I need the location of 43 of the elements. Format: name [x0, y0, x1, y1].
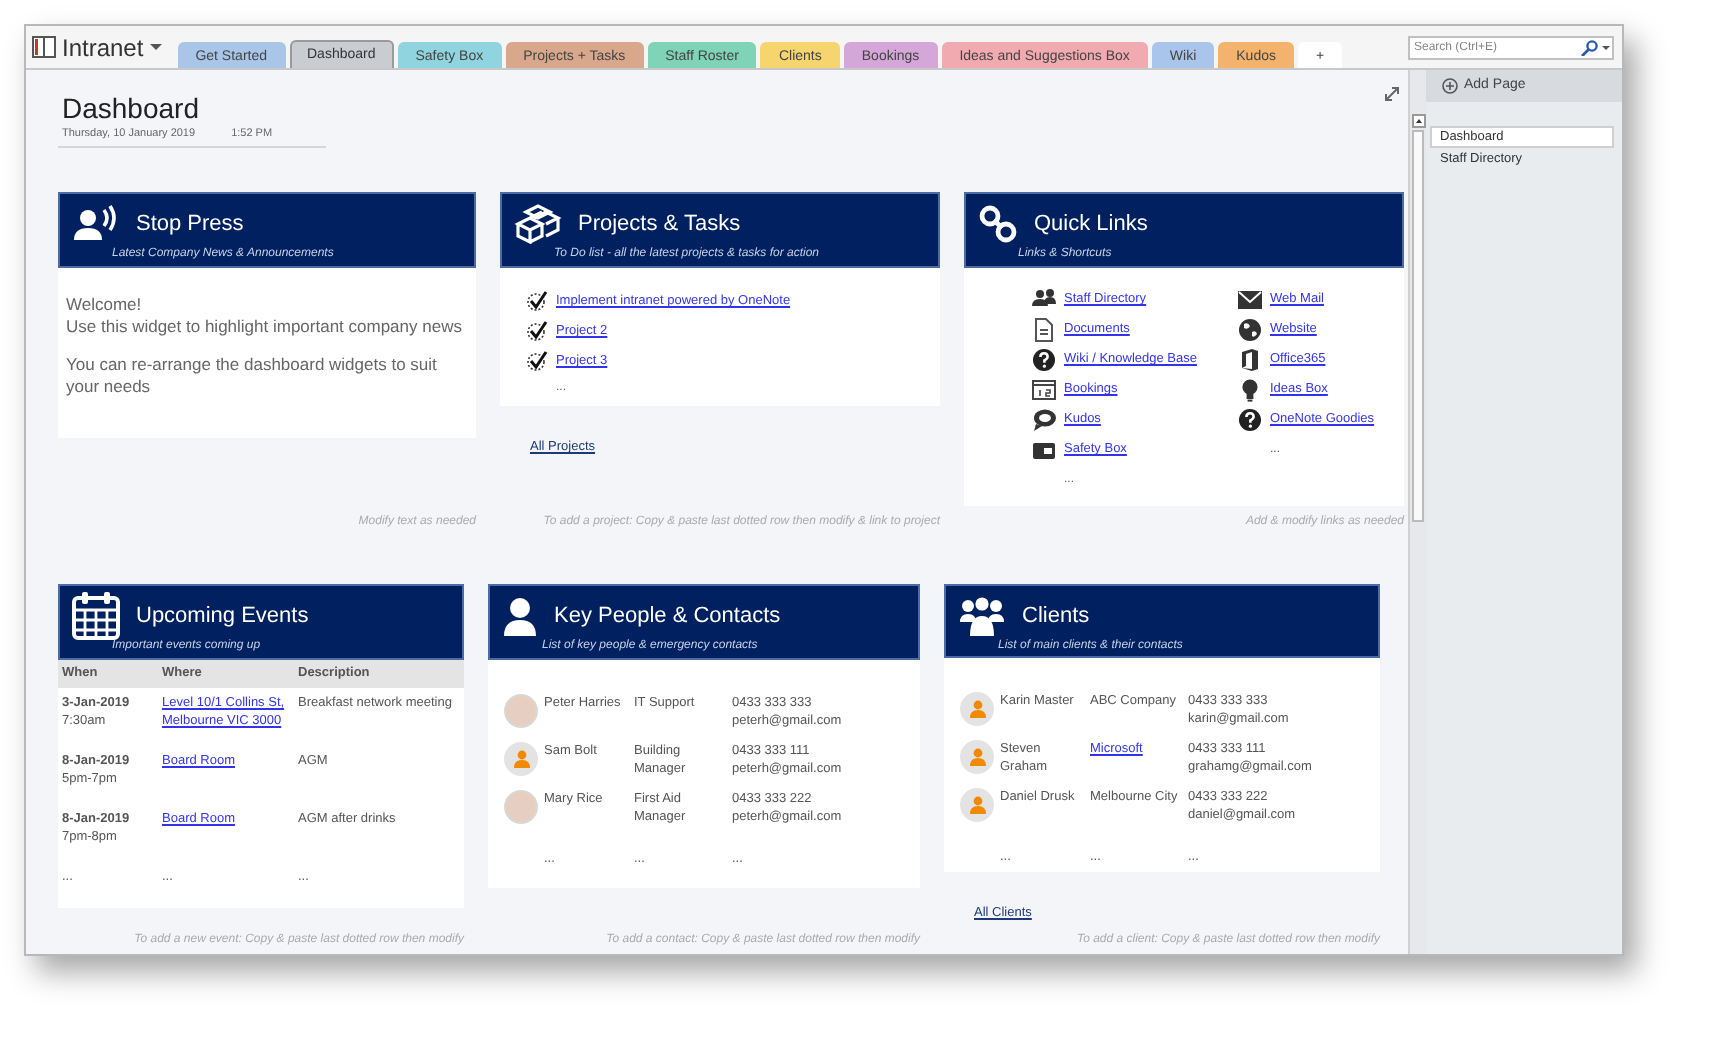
plus-icon: [1442, 78, 1458, 94]
dropdown-caret-icon: [149, 44, 162, 50]
person-icon: [969, 700, 985, 719]
news-text: Welcome!: [66, 294, 144, 317]
task-checkbox[interactable]: [526, 320, 548, 343]
person-icon: [969, 796, 985, 815]
search-icon: [1580, 39, 1598, 55]
speech-bubble-icon: [1032, 408, 1056, 433]
chain-link-icon: [978, 203, 1018, 244]
calendar-icon: [1032, 378, 1056, 403]
globe-icon: [1238, 318, 1262, 343]
wallet-icon: [1032, 438, 1056, 463]
task-checkbox[interactable]: [526, 290, 548, 313]
cubes-icon: [514, 203, 562, 244]
office-logo-icon: [1238, 348, 1262, 373]
people-group-icon: [958, 595, 1006, 636]
task-checkbox[interactable]: [526, 350, 548, 373]
calendar-icon: [72, 591, 120, 640]
widget-title: Stop Press: [136, 209, 244, 239]
scrollbar[interactable]: [1408, 70, 1426, 954]
widget-title: Quick Links: [1034, 209, 1148, 239]
person-icon: [513, 750, 529, 769]
scroll-up-icon[interactable]: [1411, 114, 1425, 128]
document-icon: [1032, 318, 1056, 343]
expand-icon[interactable]: [1384, 86, 1400, 102]
widget-title: Upcoming Events: [136, 601, 309, 631]
speaker-person-icon: [72, 204, 120, 243]
caret-icon: [1602, 45, 1610, 49]
notebook-icon: [32, 36, 56, 58]
light-bulb-icon: [1238, 378, 1262, 403]
person-icon: [969, 748, 985, 767]
widget-title: Clients: [1022, 601, 1090, 631]
news-text: Use this widget to highlight important company news: [66, 316, 464, 339]
widget-title: Projects & Tasks: [578, 209, 741, 239]
person-icon: [502, 595, 538, 636]
scroll-thumb[interactable]: [1412, 130, 1424, 522]
question-mark-icon: [1032, 348, 1056, 373]
page-title: Dashboard: [60, 90, 199, 126]
news-text: You can re-arrange the dashboard widgets to suit your needs: [66, 354, 439, 399]
widget-title: Key People & Contacts: [554, 601, 781, 631]
envelope-icon: [1238, 288, 1262, 313]
notebook-title[interactable]: Intranet: [62, 29, 144, 65]
question-mark-icon: [1238, 408, 1262, 433]
